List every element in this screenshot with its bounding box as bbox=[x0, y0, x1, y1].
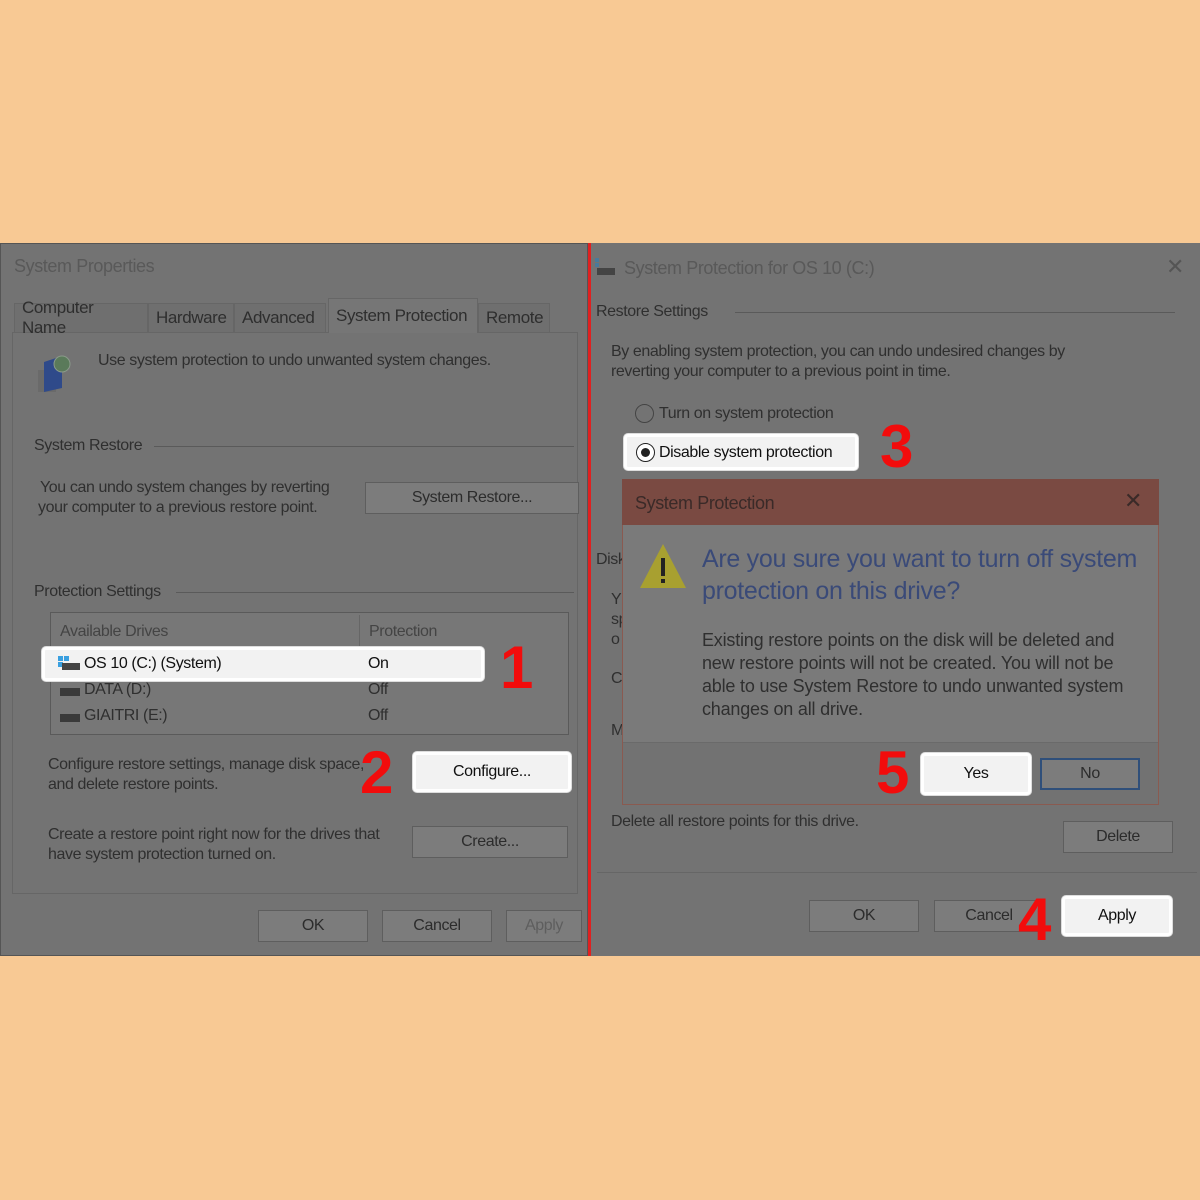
tab-remote[interactable]: Remote bbox=[478, 303, 550, 333]
system-restore-button[interactable]: System Restore... bbox=[365, 482, 579, 514]
divider bbox=[154, 446, 574, 447]
no-button[interactable]: No bbox=[1040, 758, 1140, 790]
drive-d-icon bbox=[60, 688, 80, 696]
column-protection[interactable]: Protection bbox=[369, 623, 437, 641]
partial-text: C bbox=[611, 670, 623, 687]
restore-settings-heading: Restore Settings bbox=[596, 303, 708, 320]
partial-text: Y bbox=[611, 591, 622, 608]
drive-name[interactable]: GIAITRI (E:) bbox=[84, 707, 168, 725]
create-text-1: Create a restore point right now for the… bbox=[48, 826, 380, 843]
drive-e-icon bbox=[60, 714, 80, 722]
disable-label[interactable]: Disable system protection bbox=[659, 444, 833, 462]
restore-text-2: your computer to a previous restore poin… bbox=[38, 499, 318, 516]
step-5-label: 5 bbox=[876, 739, 910, 806]
close-icon[interactable]: ✕ bbox=[1166, 254, 1184, 280]
tab-advanced[interactable]: Advanced bbox=[234, 303, 326, 333]
drive-name[interactable]: DATA (D:) bbox=[84, 681, 151, 699]
disable-radio-selected[interactable] bbox=[636, 443, 655, 462]
restore-text-1: You can undo system changes by reverting bbox=[40, 479, 330, 496]
restore-settings-text-1: By enabling system protection, you can u… bbox=[611, 343, 1065, 360]
step-3-label: 3 bbox=[880, 413, 914, 480]
divider bbox=[735, 312, 1175, 313]
drive-protection: Off bbox=[368, 707, 388, 724]
tab-hardware[interactable]: Hardware bbox=[148, 303, 234, 333]
step-4-label: 4 bbox=[1018, 886, 1052, 953]
dialog-body-3: able to use System Restore to undo unwan… bbox=[702, 676, 1124, 696]
ok-button[interactable]: OK bbox=[258, 910, 368, 942]
warning-icon bbox=[638, 542, 688, 590]
tab-computer-name[interactable]: Computer Name bbox=[14, 298, 148, 337]
configure-button[interactable]: Configure... bbox=[413, 752, 571, 792]
delete-text: Delete all restore points for this drive… bbox=[611, 813, 859, 830]
yes-button[interactable]: Yes bbox=[921, 753, 1031, 795]
window-icon bbox=[595, 258, 615, 276]
dialog-body-2: new restore points will not be created. … bbox=[702, 653, 1114, 673]
column-divider bbox=[359, 615, 360, 647]
divider bbox=[597, 872, 1197, 873]
step-2-label: 2 bbox=[360, 739, 394, 806]
intro-text: Use system protection to undo unwanted s… bbox=[98, 352, 491, 369]
apply-button[interactable]: Apply bbox=[1062, 896, 1172, 936]
configure-text-2: and delete restore points. bbox=[48, 776, 219, 793]
dialog-title: System Protection bbox=[635, 493, 775, 513]
dialog-body-1: Existing restore points on the disk will… bbox=[702, 630, 1115, 650]
configure-text-1: Configure restore settings, manage disk … bbox=[48, 756, 364, 773]
create-button[interactable]: Create... bbox=[412, 826, 568, 858]
drive-protection: Off bbox=[368, 681, 388, 698]
step-1-label: 1 bbox=[500, 634, 534, 701]
restore-settings-text-2: reverting your computer to a previous po… bbox=[611, 363, 951, 380]
dialog-question-2: protection on this drive? bbox=[702, 577, 960, 605]
protection-settings-heading: Protection Settings bbox=[34, 583, 161, 600]
create-text-2: have system protection turned on. bbox=[48, 846, 276, 863]
delete-button[interactable]: Delete bbox=[1063, 821, 1173, 853]
ok-button[interactable]: OK bbox=[809, 900, 919, 932]
dialog-question-1: Are you sure you want to turn off system bbox=[702, 545, 1137, 573]
drive-protection: On bbox=[368, 655, 389, 672]
divider bbox=[176, 592, 574, 593]
turn-on-label[interactable]: Turn on system protection bbox=[659, 405, 834, 423]
tab-system-protection[interactable]: System Protection bbox=[328, 298, 478, 333]
apply-button[interactable]: Apply bbox=[506, 910, 582, 942]
partial-text: o bbox=[611, 631, 620, 648]
window-title: System Protection for OS 10 (C:) bbox=[624, 258, 875, 278]
drive-c-icon bbox=[58, 656, 80, 670]
cancel-button[interactable]: Cancel bbox=[382, 910, 492, 942]
dialog-body-4: changes on all drive. bbox=[702, 699, 863, 719]
system-protection-icon bbox=[34, 352, 74, 396]
system-restore-heading: System Restore bbox=[34, 437, 143, 454]
drive-name: OS 10 (C:) (System) bbox=[84, 655, 222, 672]
window-title: System Properties bbox=[14, 256, 155, 276]
column-available-drives[interactable]: Available Drives bbox=[60, 623, 168, 641]
turn-on-radio[interactable] bbox=[635, 404, 654, 423]
dialog-close-icon[interactable]: ✕ bbox=[1124, 488, 1142, 514]
